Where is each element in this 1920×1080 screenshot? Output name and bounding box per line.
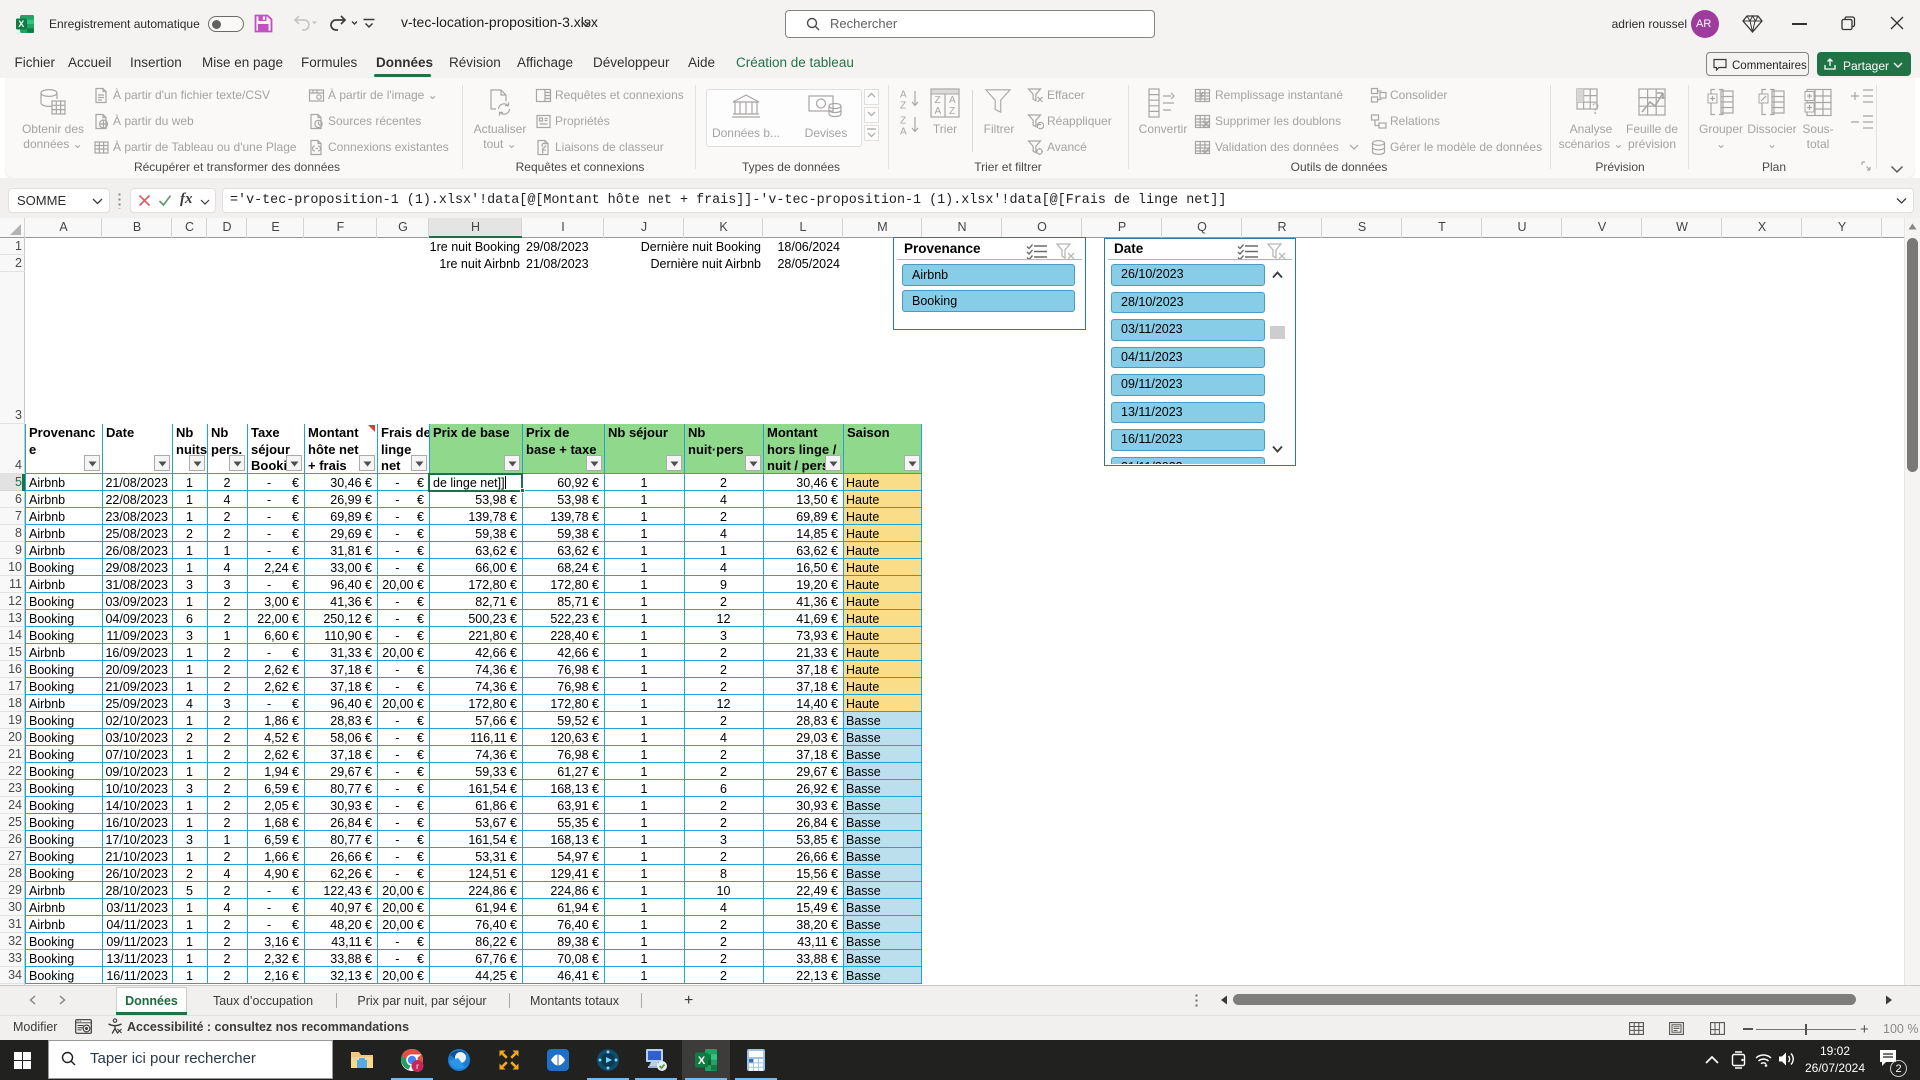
svg-text:A: A [900,90,907,101]
svg-text:Z: Z [935,95,941,106]
svg-text:Z: Z [949,106,955,117]
svg-text:X: X [698,1055,706,1067]
svg-text:A: A [949,95,956,106]
svg-text:A: A [935,106,942,117]
svg-text:?: ? [1592,101,1599,118]
svg-text:X: X [18,19,24,29]
svg-text:Z: Z [900,101,906,111]
svg-text:r: r [416,1062,419,1071]
